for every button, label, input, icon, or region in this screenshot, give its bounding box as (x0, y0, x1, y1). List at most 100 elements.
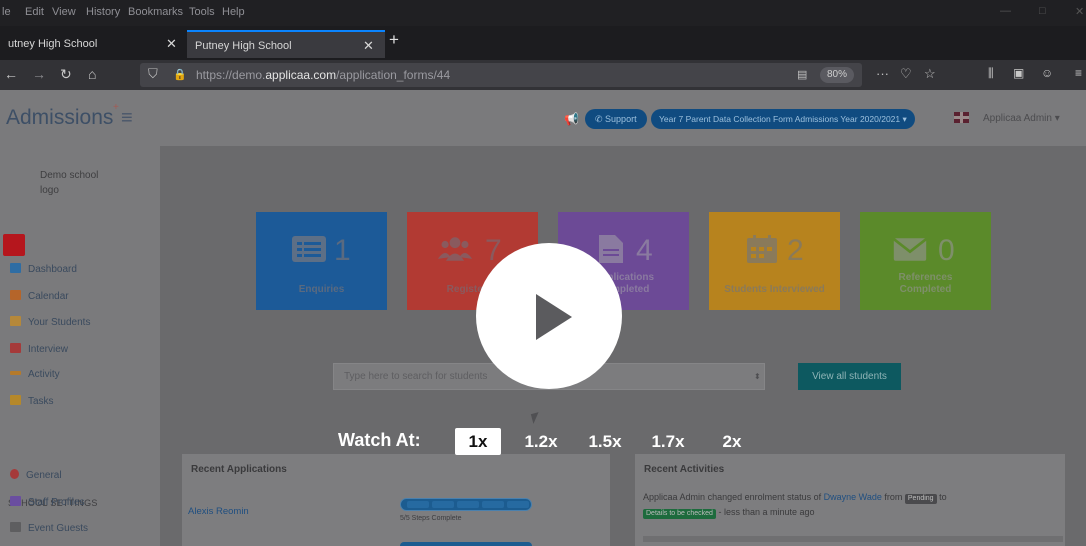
tile-value: 1 (334, 234, 351, 267)
brand-title[interactable]: Admissions (6, 106, 113, 130)
library-icon[interactable]: ⫼ (988, 66, 994, 81)
sidebar-item-interview[interactable]: Interview (10, 343, 68, 355)
minimize-icon[interactable]: — (1000, 5, 1011, 17)
navigation-bar: ← → ↻ ⌂ ⛉ 🔒 https://demo.applicaa.com/ap… (0, 60, 1086, 90)
sidebar-item-dashboard[interactable]: Dashboard (10, 263, 77, 275)
new-tab-button[interactable]: + (389, 30, 399, 50)
tab-title: utney High School (8, 38, 98, 50)
close-tab-icon[interactable]: ✕ (363, 38, 374, 54)
general-icon (10, 469, 19, 479)
menu-bookmarks[interactable]: Bookmarks (128, 6, 183, 18)
menu-history[interactable]: History (86, 6, 120, 18)
form-selector-dropdown[interactable]: Year 7 Parent Data Collection Form Admis… (651, 109, 915, 129)
bookmark-star-icon[interactable]: ☆ (924, 66, 936, 82)
menu-icon[interactable]: ≡ (1075, 66, 1082, 80)
app-header: Admissions + ≡ 📢 ✆ Support Year 7 Parent… (0, 90, 1086, 146)
tab-putney-2[interactable]: Putney High School ✕ (187, 30, 385, 58)
close-tab-icon[interactable]: ✕ (166, 36, 177, 52)
red-tab-marker (3, 234, 25, 256)
activity-item-next (643, 536, 1063, 542)
home-icon[interactable]: ⌂ (88, 66, 96, 82)
speed-1.7x-button[interactable]: 1.7x (648, 428, 688, 455)
activity-icon (10, 371, 21, 375)
calendar-icon (10, 290, 21, 300)
sidebar-item-event-guests[interactable]: Event Guests (10, 522, 88, 534)
reader-view-icon[interactable]: ▤ (797, 68, 807, 81)
maximize-icon[interactable]: □ (1039, 5, 1046, 17)
tile-value: 0 (938, 234, 955, 267)
guests-icon (10, 522, 21, 532)
tile-label: Enquiries (298, 284, 345, 295)
tile-value: 2 (787, 234, 804, 267)
menu-help[interactable]: Help (222, 6, 245, 18)
close-window-icon[interactable]: ✕ (1075, 5, 1084, 18)
megaphone-icon[interactable]: 📢 (564, 112, 580, 126)
status-badge-pending: Pending (904, 494, 937, 504)
uk-flag-icon[interactable] (954, 112, 969, 123)
tab-title: Putney High School (195, 40, 292, 52)
status-badge-details: Details to be checked (643, 509, 716, 519)
steps-progress-bar (400, 498, 532, 511)
student-link[interactable]: Dwayne Wade (824, 492, 882, 502)
tile-students-interviewed[interactable]: 2 Students Interviewed (709, 212, 840, 310)
sidebar-item-your-students[interactable]: Your Students (10, 316, 90, 328)
tab-bar: utney High School ✕ Putney High School ✕ (0, 26, 1086, 60)
sidebar-item-tasks[interactable]: Tasks (10, 395, 54, 407)
recent-applications-title: Recent Applications (191, 464, 287, 475)
shield-icon[interactable]: ⛉ (148, 66, 158, 82)
pocket-icon[interactable]: ♡ (900, 66, 912, 82)
school-logo: Demo school logo (40, 170, 99, 196)
tile-enquiries[interactable]: 1 Enquiries (256, 212, 387, 310)
sidebar: Demo school logo Dashboard Calendar Your… (0, 146, 160, 546)
dashboard-icon (10, 263, 21, 273)
menu-edit[interactable]: Edit (25, 6, 44, 18)
view-all-students-button[interactable]: View all students (798, 363, 901, 390)
url-text[interactable]: https://demo.applicaa.com/application_fo… (196, 68, 450, 82)
play-icon[interactable] (536, 294, 572, 340)
hamburger-menu-icon[interactable]: ≡ (121, 107, 133, 130)
zoom-level[interactable]: 80% (820, 67, 854, 83)
forward-arrow-icon[interactable]: → (32, 66, 46, 82)
reload-icon[interactable]: ↻ (60, 66, 72, 83)
url-bar[interactable]: ⛉ 🔒 https://demo.applicaa.com/applicatio… (140, 63, 936, 87)
interview-icon (10, 343, 21, 353)
list-icon (292, 236, 326, 262)
tasks-icon (10, 395, 21, 405)
tab-putney-1[interactable]: utney High School ✕ (0, 30, 186, 58)
tile-references-completed[interactable]: 0 References Completed (860, 212, 991, 310)
envelope-icon (892, 238, 928, 261)
user-menu[interactable]: Applicaa Admin ▾ (983, 113, 1060, 124)
speed-2x-button[interactable]: 2x (716, 428, 748, 455)
tile-value: 4 (636, 234, 653, 267)
applicant-name-link[interactable]: Alexis Reomin (188, 506, 249, 517)
more-actions-icon[interactable]: ··· (876, 66, 889, 81)
steps-progress-bar (400, 542, 532, 546)
lock-icon: 🔒 (173, 69, 187, 81)
menu-tools[interactable]: Tools (189, 6, 215, 18)
speed-1x-button[interactable]: 1x (455, 428, 501, 455)
back-arrow-icon[interactable]: ← (4, 66, 18, 82)
users-icon (437, 237, 473, 261)
steps-complete-text: 5/5 Steps Complete (400, 515, 462, 522)
sidebar-toggle-icon[interactable]: ▣ (1013, 66, 1024, 80)
sidebar-item-calendar[interactable]: Calendar (10, 290, 69, 302)
menu-file[interactable]: le (2, 6, 11, 18)
brand-plus-icon: + (113, 102, 119, 113)
students-icon (10, 316, 21, 326)
sidebar-item-general[interactable]: General (10, 469, 62, 481)
speed-1.5x-button[interactable]: 1.5x (585, 428, 625, 455)
recent-activities-title: Recent Activities (644, 464, 725, 475)
menu-view[interactable]: View (52, 6, 76, 18)
tile-label: Students Interviewed (724, 284, 825, 295)
document-icon (599, 235, 623, 263)
account-icon[interactable]: ☺ (1041, 66, 1053, 80)
recent-applications-panel: Recent Applications Alexis Reomin 5/5 St… (182, 454, 610, 546)
search-dropdown-icon[interactable]: ⬍ (754, 372, 761, 381)
support-button[interactable]: ✆ Support (585, 109, 647, 129)
tile-label: References Completed (898, 272, 953, 295)
sidebar-item-activity[interactable]: Activity (10, 369, 60, 380)
speed-1.2x-button[interactable]: 1.2x (521, 428, 561, 455)
menu-bar: le Edit View History Bookmarks Tools Hel… (0, 0, 1086, 26)
watch-at-label: Watch At: (338, 430, 421, 450)
sidebar-item-staff-profiles[interactable]: Staff Profiles (10, 496, 85, 508)
